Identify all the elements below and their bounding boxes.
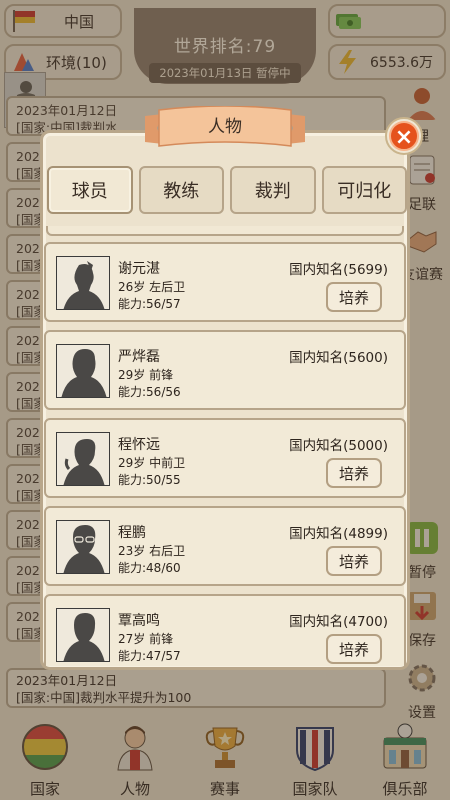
- close-button[interactable]: ×: [385, 117, 423, 155]
- tab-naturalizable[interactable]: 可归化: [321, 166, 407, 214]
- silhouette-icon: [63, 439, 105, 485]
- silhouette-icon: [61, 349, 107, 397]
- player-card[interactable]: 程鹏 23岁 右后卫 能力:48/60 国内知名(4899) 培养: [44, 506, 406, 586]
- player-portrait: [56, 520, 110, 574]
- player-fame: 国内知名(4899): [289, 526, 388, 542]
- player-portrait: [56, 344, 110, 398]
- player-ability: 能力:47/57: [118, 649, 181, 663]
- player-age-position: 27岁 前锋: [118, 632, 174, 646]
- player-name: 严烨磊: [118, 349, 160, 365]
- train-button[interactable]: 培养: [326, 458, 382, 488]
- player-portrait: [56, 432, 110, 486]
- dialog-title: 人物: [208, 117, 242, 137]
- player-age-position: 26岁 左后卫: [118, 280, 186, 294]
- tab-referees[interactable]: 裁判: [230, 166, 316, 214]
- people-tabs: 球员 教练 裁判 可归化: [47, 166, 407, 216]
- player-card[interactable]: 覃高鸣 27岁 前锋 能力:47/57 国内知名(4700) 培养: [44, 594, 406, 666]
- tab-players[interactable]: 球员: [47, 166, 133, 214]
- player-age-position: 23岁 右后卫: [118, 544, 186, 558]
- silhouette-icon: [63, 525, 105, 573]
- player-name: 谢元湛: [118, 261, 160, 277]
- player-fame: 国内知名(5000): [289, 438, 388, 454]
- player-age-position: 29岁 中前卫: [118, 456, 186, 470]
- player-ability: 能力:56/56: [118, 385, 181, 399]
- player-fame: 国内知名(4700): [289, 614, 388, 630]
- train-button[interactable]: 培养: [326, 282, 382, 312]
- train-button[interactable]: 培养: [326, 634, 382, 664]
- player-fame: 国内知名(5600): [289, 350, 388, 366]
- player-card[interactable]: 严烨磊 29岁 前锋 能力:56/56 国内知名(5600): [44, 330, 406, 410]
- player-name: 程鹏: [118, 525, 146, 541]
- player-ability: 能力:48/60: [118, 561, 181, 575]
- list-edge: [46, 226, 404, 236]
- close-icon: ×: [389, 121, 419, 151]
- tab-coaches[interactable]: 教练: [138, 166, 224, 214]
- player-card[interactable]: 谢元湛 26岁 左后卫 能力:56/57 国内知名(5699) 培养: [44, 242, 406, 322]
- silhouette-icon: [63, 613, 105, 661]
- player-age-position: 29岁 前锋: [118, 368, 174, 382]
- player-portrait: [56, 608, 110, 662]
- silhouette-icon: [63, 261, 105, 309]
- player-list[interactable]: 谢元湛 26岁 左后卫 能力:56/57 国内知名(5699) 培养 严烨磊 2…: [40, 226, 410, 666]
- player-card[interactable]: 程怀远 29岁 中前卫 能力:50/55 国内知名(5000) 培养: [44, 418, 406, 498]
- player-name: 覃高鸣: [118, 613, 160, 629]
- player-portrait: [56, 256, 110, 310]
- player-fame: 国内知名(5699): [289, 262, 388, 278]
- player-ability: 能力:56/57: [118, 297, 181, 311]
- player-name: 程怀远: [118, 437, 160, 453]
- train-button[interactable]: 培养: [326, 546, 382, 576]
- player-ability: 能力:50/55: [118, 473, 181, 487]
